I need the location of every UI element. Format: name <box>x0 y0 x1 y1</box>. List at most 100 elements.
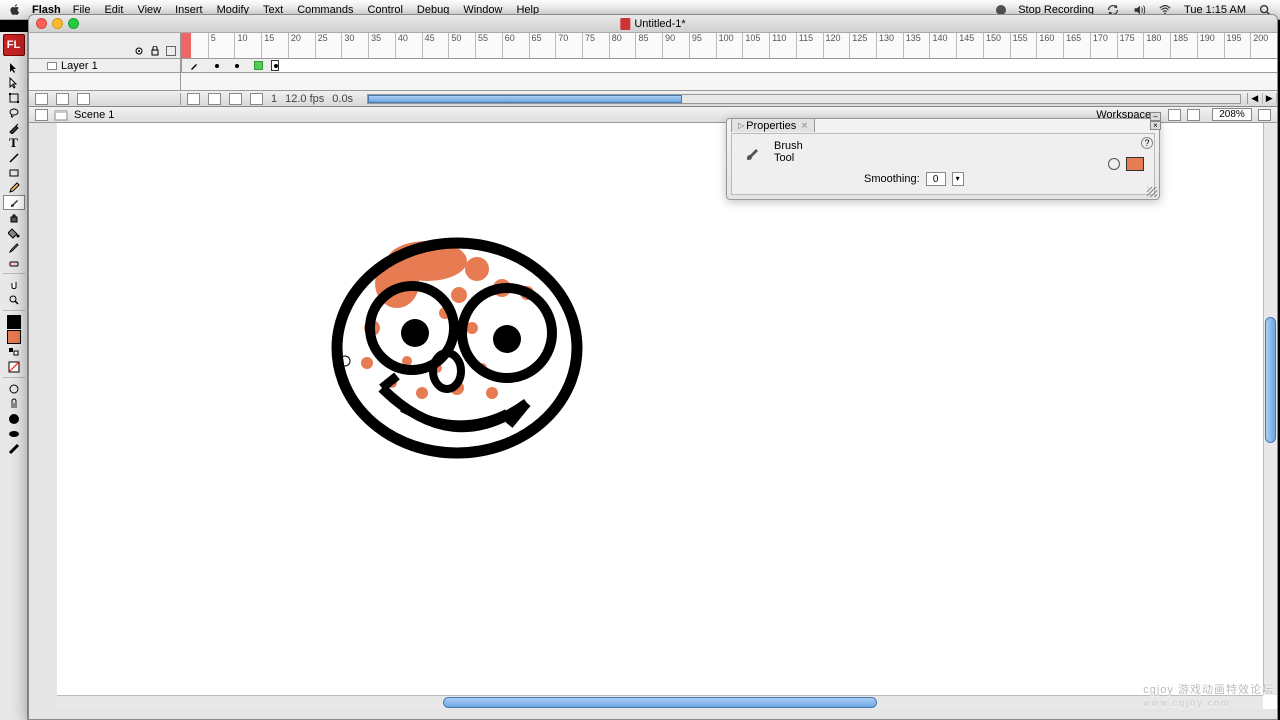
fill-color-swatch[interactable] <box>1126 157 1144 171</box>
panel-resize-handle[interactable] <box>1147 187 1157 197</box>
toolbox: FL T <box>0 32 28 720</box>
timeline-scrollbar[interactable] <box>367 94 1241 104</box>
brush-shape[interactable] <box>3 426 25 441</box>
outline-icon[interactable] <box>166 46 176 56</box>
no-color[interactable] <box>3 359 25 374</box>
panel-close-button[interactable]: × <box>1150 121 1161 130</box>
brush-mode[interactable] <box>3 381 25 396</box>
lock-icon[interactable] <box>150 46 160 56</box>
close-button[interactable] <box>36 18 47 29</box>
layer-pencil-icon[interactable] <box>190 61 200 71</box>
eyedropper-tool[interactable] <box>3 240 25 255</box>
layer-header-icons <box>29 33 181 58</box>
pencil-tool[interactable] <box>3 180 25 195</box>
paint-bucket-tool[interactable] <box>3 225 25 240</box>
ruler-tick: 200 <box>1250 33 1268 58</box>
ruler-tick: 25 <box>315 33 328 58</box>
ruler-tick: 90 <box>662 33 675 58</box>
layer-outline-box[interactable] <box>254 61 263 70</box>
layer-icon <box>47 62 57 70</box>
zoom-menu-button[interactable] <box>1258 109 1271 121</box>
ruler-tick: 85 <box>635 33 648 58</box>
smoothing-label: Smoothing: <box>864 173 920 185</box>
record-indicator-icon <box>996 5 1006 15</box>
frame-ruler[interactable]: 5101520253035404550556065707580859095100… <box>181 33 1277 58</box>
new-layer-button[interactable] <box>35 93 48 105</box>
stage[interactable] <box>57 123 1277 709</box>
pen-tool[interactable] <box>3 120 25 135</box>
properties-tab[interactable]: ▷Properties× <box>731 118 815 132</box>
timeline-scroll-thumb[interactable] <box>368 95 682 103</box>
stroke-color[interactable] <box>3 314 25 329</box>
onion-outline-button[interactable] <box>208 93 221 105</box>
panel-help-button[interactable]: ? <box>1141 137 1153 149</box>
layer-row[interactable]: Layer 1 <box>29 59 1277 73</box>
ruler-tick: 165 <box>1063 33 1081 58</box>
vertical-scroll-thumb[interactable] <box>1265 317 1276 443</box>
brush-tool[interactable] <box>3 195 25 210</box>
new-folder-button[interactable] <box>56 93 69 105</box>
rectangle-tool[interactable] <box>3 165 25 180</box>
ruler-tick: 95 <box>689 33 702 58</box>
eraser-tool[interactable] <box>3 255 25 270</box>
selection-tool[interactable] <box>3 60 25 75</box>
layer-name-cell[interactable]: Layer 1 <box>29 59 181 72</box>
layer-lock-dot[interactable] <box>235 64 239 68</box>
ruler-tick: 50 <box>448 33 461 58</box>
subselection-tool[interactable] <box>3 75 25 90</box>
ruler-tick: 70 <box>555 33 568 58</box>
brush-size[interactable] <box>3 411 25 426</box>
horizontal-scrollbar[interactable] <box>57 695 1263 709</box>
ruler-tick: 65 <box>529 33 542 58</box>
canvas-artwork <box>327 233 607 463</box>
edit-symbol-button[interactable] <box>1187 109 1200 121</box>
ruler-tick: 145 <box>956 33 974 58</box>
delete-layer-button[interactable] <box>77 93 90 105</box>
tool-name-label: Brush Tool <box>774 140 803 188</box>
zoom-tool[interactable] <box>3 292 25 307</box>
scroll-right-button[interactable]: ▶ <box>1263 93 1278 104</box>
onion-skin-button[interactable] <box>187 93 200 105</box>
hand-tool[interactable] <box>3 277 25 292</box>
ruler-tick: 80 <box>609 33 622 58</box>
window-titlebar[interactable]: Untitled-1* <box>29 15 1277 33</box>
line-tool[interactable] <box>3 150 25 165</box>
stroke-style-icon[interactable] <box>1108 158 1120 170</box>
ruler-tick: 125 <box>849 33 867 58</box>
zoom-field[interactable]: 208% <box>1212 108 1252 121</box>
ink-bottle-tool[interactable] <box>3 210 25 225</box>
ruler-tick: 55 <box>475 33 488 58</box>
window-title: Untitled-1* <box>620 18 685 30</box>
swap-colors[interactable] <box>3 344 25 359</box>
current-frame: 1 <box>271 93 277 105</box>
properties-panel[interactable]: – × ▷Properties× Brush Tool Smoothing: ▾… <box>726 118 1160 200</box>
keyframe[interactable] <box>271 60 279 71</box>
panel-collapse-button[interactable]: – <box>1150 112 1161 121</box>
smoothing-dropdown[interactable]: ▾ <box>952 172 964 186</box>
scroll-left-button[interactable]: ◀ <box>1248 93 1263 104</box>
horizontal-scroll-thumb[interactable] <box>443 697 877 708</box>
visibility-icon[interactable] <box>134 46 144 56</box>
ruler-tick: 155 <box>1010 33 1028 58</box>
fill-color[interactable] <box>3 329 25 344</box>
smoothing-input[interactable] <box>926 172 946 186</box>
onion-markers-button[interactable] <box>250 93 263 105</box>
vertical-scrollbar[interactable] <box>1263 123 1277 695</box>
brush-option[interactable] <box>3 441 25 456</box>
free-transform-tool[interactable] <box>3 90 25 105</box>
back-button[interactable] <box>35 109 48 121</box>
layer-frames[interactable] <box>271 59 1277 72</box>
edit-scene-button[interactable] <box>1168 109 1181 121</box>
flash-app-icon: FL <box>3 34 25 56</box>
zoom-button[interactable] <box>68 18 79 29</box>
scene-name[interactable]: Scene 1 <box>74 109 114 121</box>
lasso-tool[interactable] <box>3 105 25 120</box>
text-tool[interactable]: T <box>3 135 25 150</box>
layer-visible-dot[interactable] <box>215 64 219 68</box>
edit-multiple-button[interactable] <box>229 93 242 105</box>
lock-fill[interactable] <box>3 396 25 411</box>
traffic-lights <box>36 18 79 29</box>
ruler-tick: 105 <box>742 33 760 58</box>
ruler-tick: 170 <box>1090 33 1108 58</box>
minimize-button[interactable] <box>52 18 63 29</box>
